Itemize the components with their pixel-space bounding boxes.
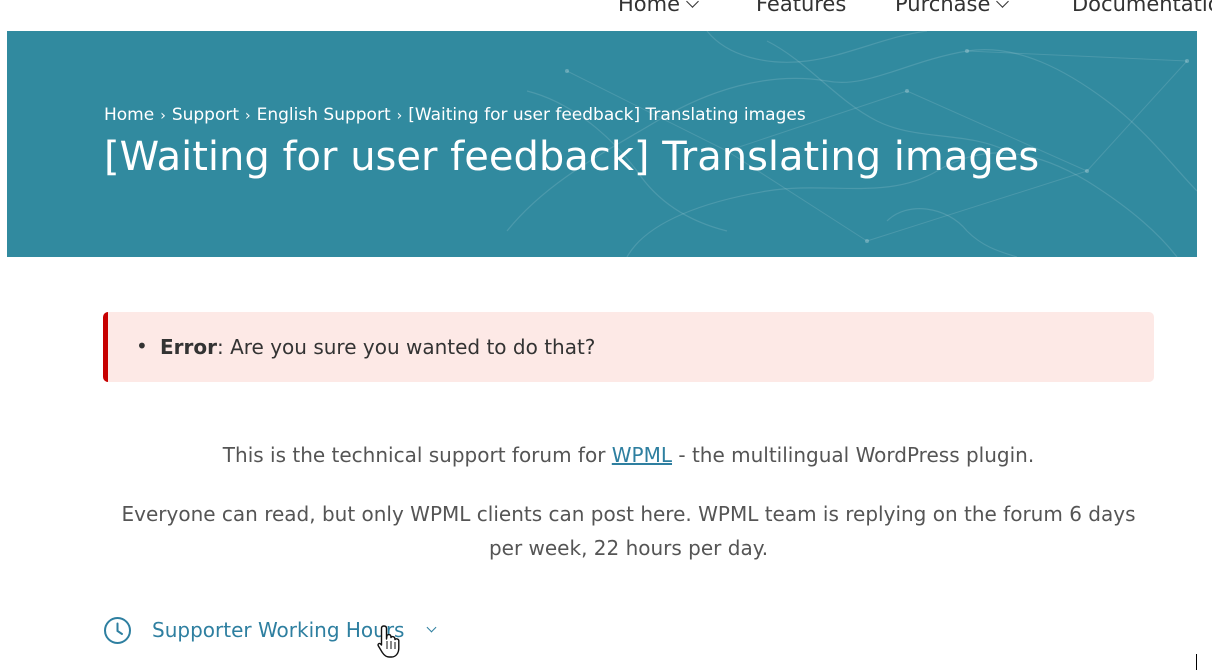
supporter-working-hours-label: Supporter Working Hours	[152, 618, 405, 642]
error-notice: Error: Are you sure you wanted to do tha…	[103, 312, 1154, 382]
breadcrumb: Home › Support › English Support › [Waiting fo…	[104, 105, 806, 125]
wpml-link[interactable]: WPML	[612, 443, 672, 467]
error-label: Error	[160, 335, 217, 359]
page-title: [Waiting for user feedback] Translating …	[104, 134, 1040, 180]
nav-item-features[interactable]: Features	[756, 0, 846, 16]
breadcrumb-separator: ›	[160, 108, 166, 124]
breadcrumb-english-support[interactable]: English Support	[257, 105, 391, 125]
breadcrumb-home[interactable]: Home	[104, 105, 154, 125]
nav-item-documentation[interactable]: Documentation	[1072, 0, 1212, 16]
hero-banner: Home › Support › English Support › [Waiting fo…	[7, 31, 1197, 257]
breadcrumb-separator: ›	[245, 108, 251, 124]
chevron-down-icon	[996, 0, 1010, 8]
breadcrumb-separator: ›	[396, 108, 403, 124]
text-caret	[1196, 654, 1197, 670]
error-item: Error: Are you sure you wanted to do tha…	[160, 335, 595, 359]
breadcrumb-current: [Waiting for user feedback] Translating …	[408, 105, 806, 125]
error-list: Error: Are you sure you wanted to do tha…	[160, 335, 595, 359]
breadcrumb-support[interactable]: Support	[172, 105, 239, 125]
chevron-down-icon	[686, 0, 699, 8]
error-message: : Are you sure you wanted to do that?	[217, 335, 596, 359]
top-navigation: Home Features Purchase Documentation	[0, 0, 1212, 31]
chevron-down-icon	[427, 622, 437, 632]
nav-item-home[interactable]: Home	[618, 0, 699, 16]
nav-item-purchase[interactable]: Purchase	[895, 0, 1010, 16]
forum-intro-text: This is the technical support forum for …	[222, 443, 1035, 467]
forum-access-text: Everyone can read, but only WPML clients…	[121, 502, 1136, 560]
clock-icon	[104, 616, 131, 644]
hand-pointer-cursor-icon	[377, 625, 400, 658]
